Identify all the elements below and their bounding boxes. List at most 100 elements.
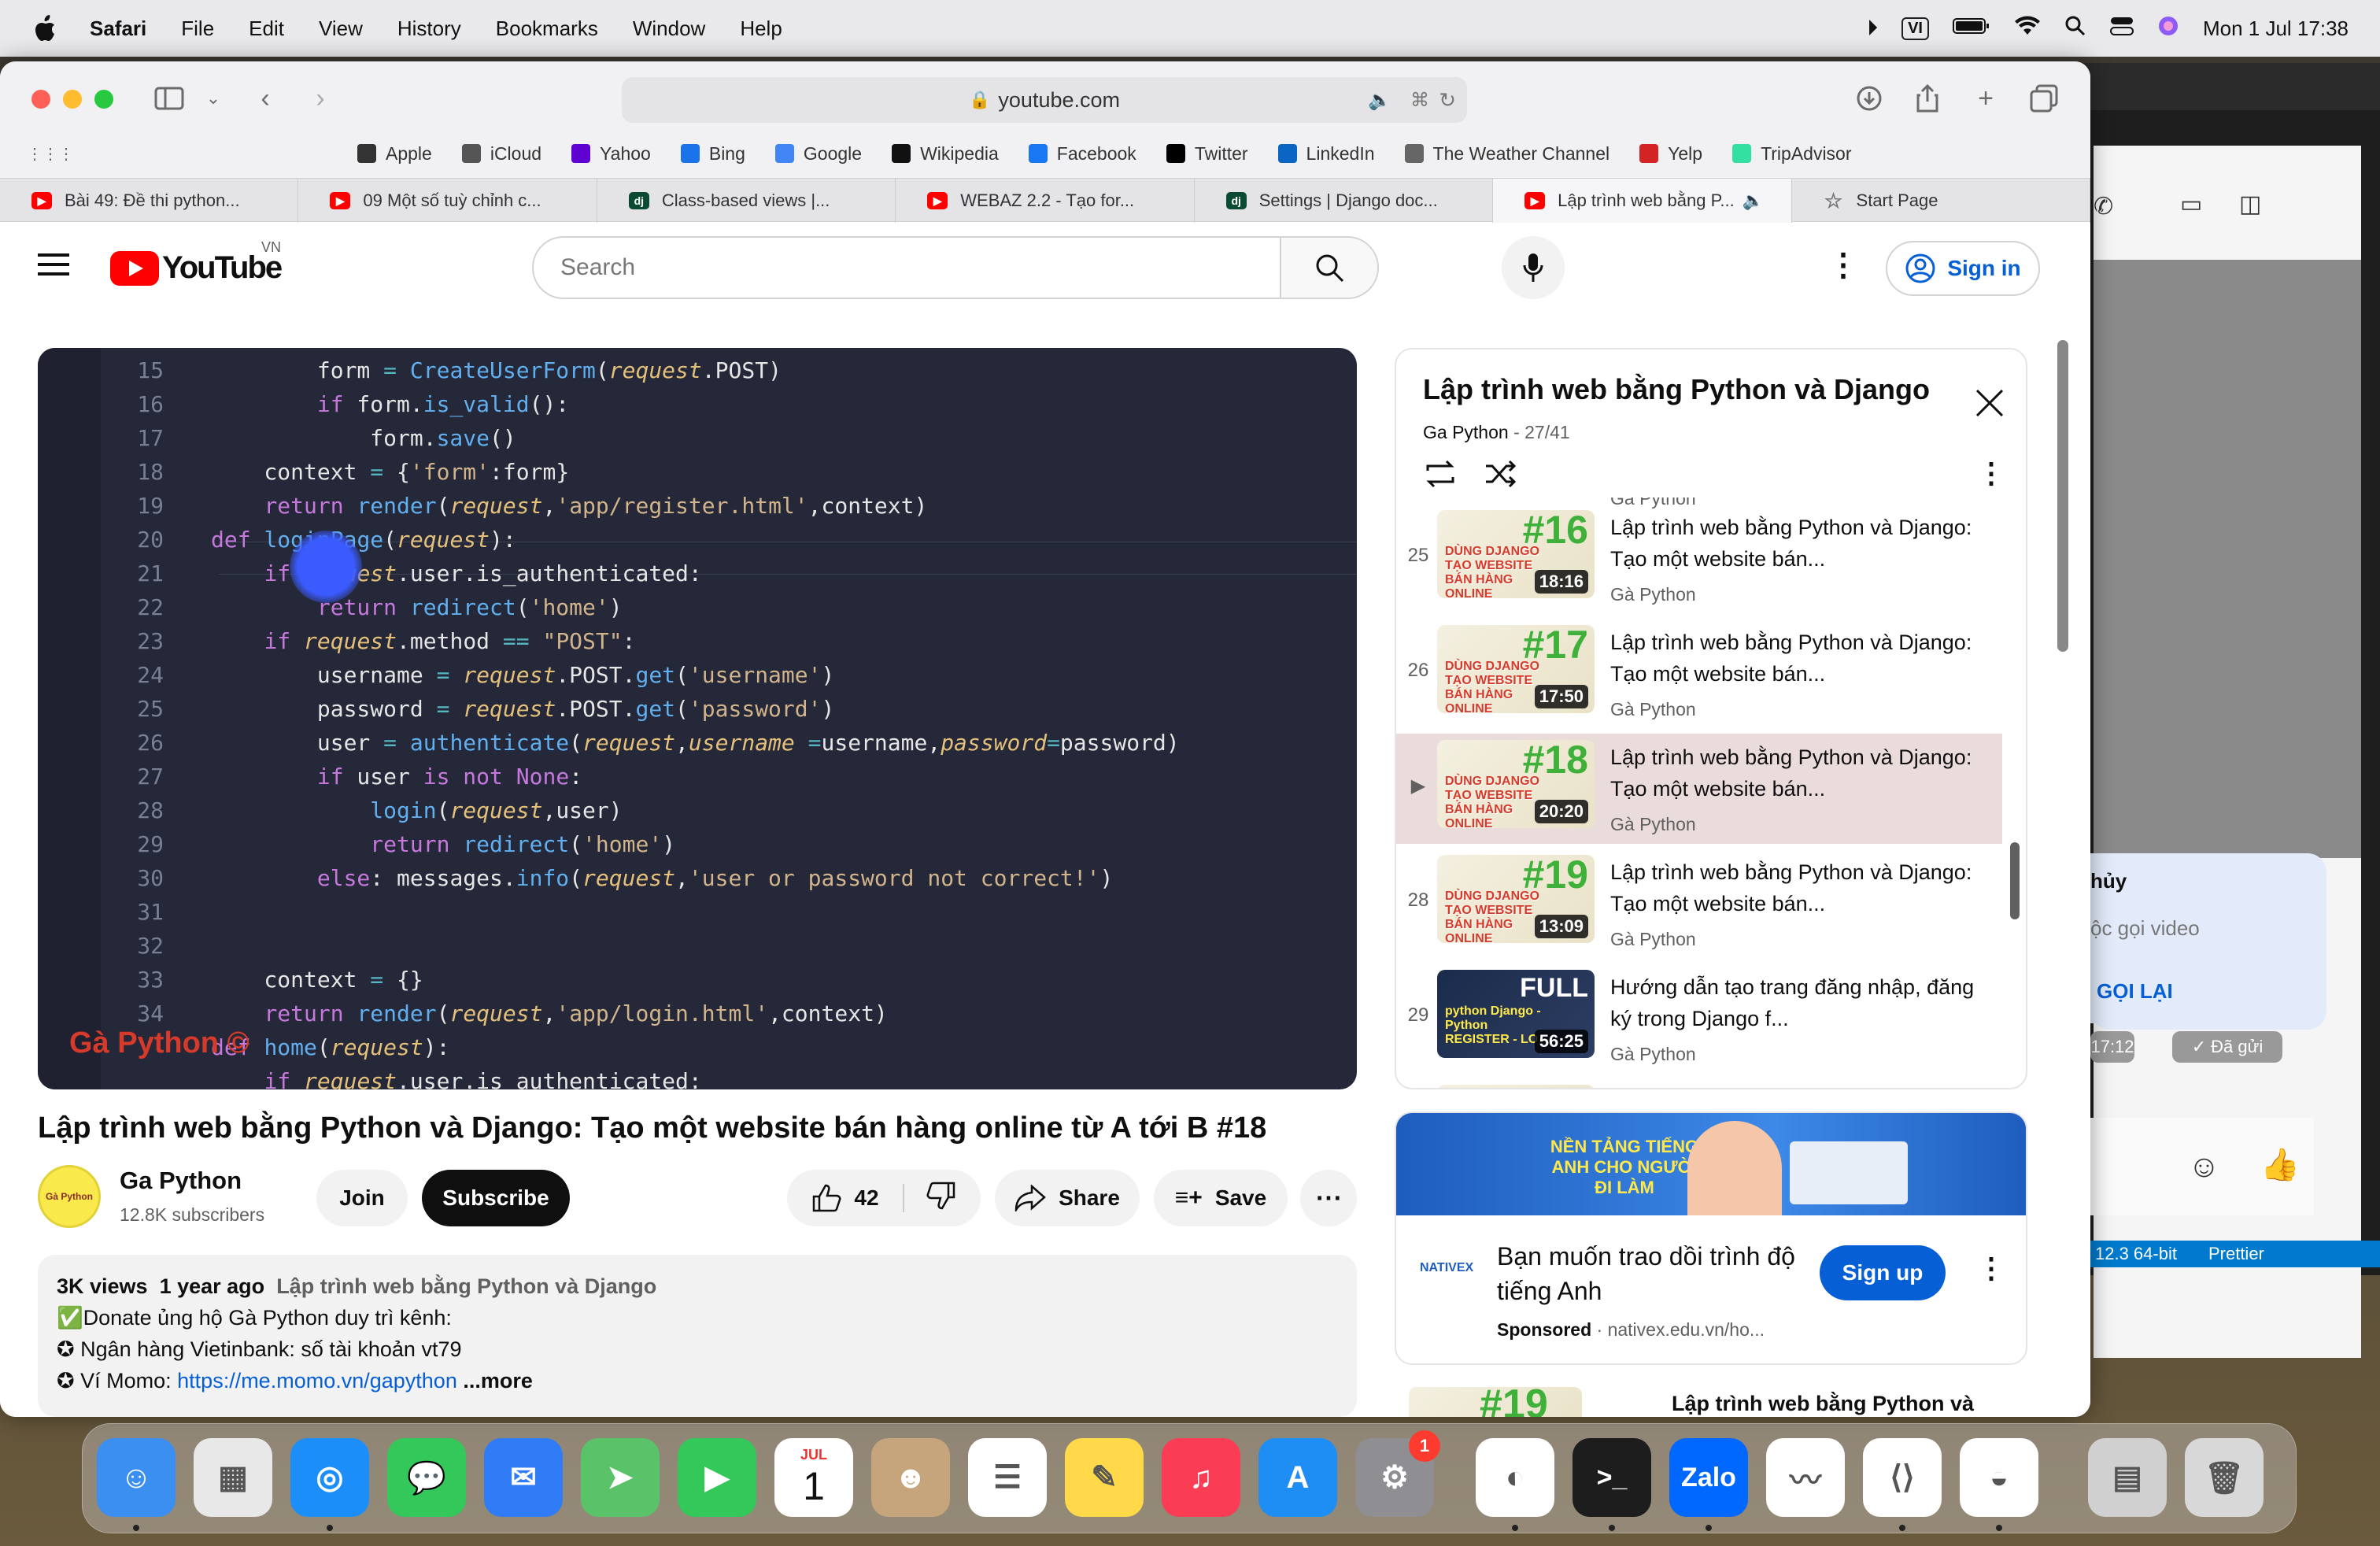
subscribe-button[interactable]: Subscribe — [422, 1170, 570, 1226]
translate-icon[interactable]: ⌘ — [1410, 89, 1429, 112]
speaker-icon[interactable]: 🔈 — [1368, 89, 1391, 112]
sign-in-button[interactable]: Sign in — [1886, 241, 2040, 296]
grid-icon[interactable]: ⋮⋮⋮ — [27, 144, 74, 164]
ad-banner-image[interactable]: NỀN TẢNG TIẾNG ANH CHO NGƯỜI ĐI LÀM — [1396, 1113, 2026, 1215]
dock-music-icon[interactable]: ♫ — [1162, 1438, 1240, 1517]
like-button[interactable]: 42 — [811, 1184, 904, 1212]
dock-terminal-icon[interactable]: >_ — [1572, 1438, 1651, 1517]
dock-app-store-icon[interactable]: A — [1258, 1438, 1337, 1517]
prettier-status[interactable]: Prettier — [2208, 1244, 2264, 1264]
dock-dbeaver-icon[interactable]: ◒ — [1960, 1438, 2038, 1517]
control-center-icon[interactable] — [2109, 16, 2134, 42]
page-scrollbar[interactable] — [2057, 340, 2068, 652]
chevron-down-icon[interactable]: ⌄ — [198, 83, 228, 113]
show-more-button[interactable]: ...more — [463, 1369, 533, 1393]
ad-menu-icon[interactable]: ⋮ — [1977, 1252, 2005, 1285]
menu-window[interactable]: Window — [633, 17, 705, 41]
dislike-button[interactable] — [917, 1182, 956, 1215]
dock-maps-icon[interactable]: ➤ — [581, 1438, 660, 1517]
hamburger-menu-icon[interactable] — [38, 252, 69, 281]
input-source-indicator[interactable]: VI — [1901, 17, 1929, 40]
ad-signup-button[interactable]: Sign up — [1820, 1245, 1946, 1300]
voice-search-button[interactable] — [1502, 236, 1565, 299]
menu-view[interactable]: View — [319, 17, 363, 41]
emoji-icon[interactable]: ☺ — [2188, 1149, 2220, 1185]
favorite-facebook[interactable]: Facebook — [1028, 143, 1136, 165]
dock-reminders-icon[interactable]: ☰ — [968, 1438, 1047, 1517]
settings-more-icon[interactable]: ⋮ — [1828, 247, 1859, 283]
playlist-title[interactable]: Lập trình web bằng Python và Django — [1423, 373, 1930, 406]
favorite-icloud[interactable]: iCloud — [461, 143, 541, 165]
video-thumbnail[interactable]: #16 DÙNG DJANGO TẠO WEBSITE BÁN HÀNG ONLI… — [1437, 510, 1595, 598]
menu-app-name[interactable]: Safari — [90, 17, 146, 41]
dock-freeform-icon[interactable]: 〰 — [1766, 1438, 1845, 1517]
playlist-owner[interactable]: Ga Python — [1423, 422, 1509, 442]
downloads-icon[interactable] — [1854, 83, 1884, 113]
share-button[interactable]: Share — [995, 1170, 1140, 1226]
dock-mail-icon[interactable]: ✉ — [484, 1438, 563, 1517]
search-box[interactable]: Search — [532, 236, 1379, 299]
favorite-google[interactable]: Google — [774, 143, 862, 165]
browser-tab[interactable]: dj Settings | Django doc... — [1195, 179, 1494, 223]
dock-system-settings-icon[interactable]: ⚙ 1 — [1355, 1430, 1440, 1517]
menu-help[interactable]: Help — [740, 17, 782, 41]
shuffle-icon[interactable] — [1484, 460, 1519, 492]
search-button[interactable] — [1280, 238, 1377, 298]
playlist-link[interactable]: Lập trình web bằng Python và Django — [276, 1274, 656, 1298]
spotlight-search-icon[interactable] — [2064, 15, 2086, 43]
share-icon[interactable] — [1913, 83, 1942, 113]
playlist-scrollbar[interactable] — [2010, 842, 2020, 919]
browser-tab[interactable]: ▶ Lập trình web bằng P... 🔈 — [1493, 179, 1792, 223]
playlist-item[interactable]: 25 #16 DÙNG DJANGO TẠO WEBSITE BÁN HÀNG ON… — [1396, 504, 2002, 614]
favorite-yelp[interactable]: Yelp — [1639, 143, 1702, 165]
forward-icon[interactable]: › — [305, 83, 335, 113]
video-player[interactable]: 15 form = CreateUserForm(request.POST) 16… — [38, 348, 1357, 1089]
loop-icon[interactable] — [1423, 460, 1458, 492]
apple-menu-icon[interactable] — [31, 15, 58, 42]
video-thumbnail[interactable]: FULL python Django - Python REGISTER - LO… — [1437, 970, 1595, 1058]
menu-file[interactable]: File — [181, 17, 214, 41]
menu-history[interactable]: History — [397, 17, 461, 41]
phone-icon[interactable]: ✆ — [2094, 193, 2113, 220]
thumbs-up-icon[interactable]: 👍 — [2260, 1146, 2300, 1183]
browser-tab[interactable]: ▶ WEBAZ 2.2 - Tạo for... — [896, 179, 1195, 223]
favorite-the-weather-channel[interactable]: The Weather Channel — [1404, 143, 1609, 165]
dock-calendar-icon[interactable]: JUL 1 — [774, 1438, 853, 1517]
search-input[interactable]: Search — [534, 238, 1280, 298]
dock-trash-icon[interactable]: 🗑 — [2185, 1438, 2264, 1517]
channel-name[interactable]: Ga Python — [120, 1167, 242, 1195]
description-box[interactable]: 3K views 1 year ago Lập trình web bằng P… — [38, 1255, 1357, 1417]
tab-audio-icon[interactable]: 🔈 — [1743, 190, 1764, 211]
favorite-wikipedia[interactable]: Wikipedia — [892, 143, 999, 165]
save-button[interactable]: ≡+ Save — [1154, 1170, 1288, 1226]
dock-facetime-icon[interactable]: ▶ — [678, 1438, 756, 1517]
favorite-tripadvisor[interactable]: TripAdvisor — [1732, 143, 1852, 165]
playlist-item[interactable]: ▶ #18 DÙNG DJANGO TẠO WEBSITE BÁN HÀNG ONL… — [1396, 734, 2002, 844]
playlist-item[interactable]: 28 #19 DÙNG DJANGO TẠO WEBSITE BÁN HÀNG ON… — [1396, 849, 2002, 959]
playlist-menu-icon[interactable]: ⋮ — [1977, 457, 2005, 490]
dock-preview-icon[interactable]: ▤ — [2088, 1438, 2167, 1517]
browser-tab[interactable]: dj Class-based views |... — [597, 179, 896, 223]
reload-icon[interactable]: ↻ — [1439, 88, 1456, 113]
dock-vscode-icon[interactable]: ⟨⟩ — [1863, 1438, 1942, 1517]
browser-tab[interactable]: ▶ 09 Một số tuỳ chỉnh c... — [298, 179, 597, 223]
momo-link[interactable]: https://me.momo.vn/gapython — [177, 1369, 457, 1393]
zoom-window-button[interactable] — [94, 90, 113, 109]
dock-zalo-icon[interactable]: Zalo — [1669, 1438, 1748, 1517]
video-thumbnail[interactable]: #17 DÙNG DJANGO TẠO WEBSITE BÁN HÀNG ONLI… — [1437, 625, 1595, 713]
dock-safari-icon[interactable]: ◎ — [290, 1438, 369, 1517]
playlist-item[interactable]: 26 #17 DÙNG DJANGO TẠO WEBSITE BÁN HÀNG ON… — [1396, 619, 2002, 729]
dock-contacts-icon[interactable]: ☻ — [871, 1438, 950, 1517]
dock-launchpad-icon[interactable]: ▦ — [194, 1438, 272, 1517]
favorite-twitter[interactable]: Twitter — [1166, 143, 1248, 165]
close-window-button[interactable] — [31, 90, 50, 109]
next-video-title[interactable]: Lập trình web bằng Python và — [1672, 1392, 1974, 1416]
siri-icon[interactable] — [2157, 15, 2179, 43]
video-thumbnail[interactable]: #20 — [1437, 1085, 1595, 1088]
video-thumbnail[interactable]: #19 DÙNG DJANGO TẠO WEBSITE BÁN HÀNG ONLI… — [1437, 855, 1595, 943]
python-version[interactable]: 12.3 64-bit — [2095, 1244, 2177, 1264]
menu-bookmarks[interactable]: Bookmarks — [496, 17, 598, 41]
minimize-window-button[interactable] — [63, 90, 82, 109]
dock-messages-icon[interactable]: 💬 — [387, 1438, 466, 1517]
sponsored-ad[interactable]: NỀN TẢNG TIẾNG ANH CHO NGƯỜI ĐI LÀM NATI… — [1395, 1111, 2027, 1365]
